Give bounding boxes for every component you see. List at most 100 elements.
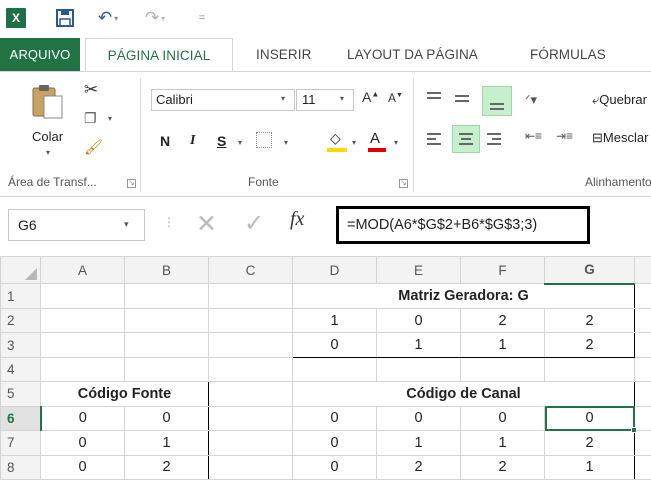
column-header-f[interactable]: F bbox=[460, 255, 545, 285]
drag-handle-icon[interactable]: ⋮ bbox=[163, 215, 175, 229]
column-header-e[interactable]: E bbox=[376, 255, 461, 285]
cell-b4[interactable] bbox=[124, 356, 209, 383]
font-name-select[interactable]: Calibri bbox=[151, 89, 295, 111]
chevron-down-icon[interactable]: ▾ bbox=[340, 94, 344, 103]
chevron-down-icon[interactable]: ▾ bbox=[352, 138, 356, 147]
cell-b6[interactable]: 0 bbox=[124, 405, 209, 432]
cell-e3[interactable]: 1 bbox=[376, 332, 461, 358]
align-middle-icon[interactable] bbox=[452, 89, 472, 109]
column-header-d[interactable]: D bbox=[292, 255, 377, 285]
cell-a7[interactable]: 0 bbox=[40, 430, 125, 456]
cell-c6[interactable] bbox=[208, 405, 293, 432]
cell-d8[interactable]: 0 bbox=[292, 454, 377, 480]
enter-icon[interactable]: ✓ bbox=[244, 209, 264, 238]
cell-a2[interactable] bbox=[40, 307, 125, 334]
cell-a6[interactable]: 0 bbox=[40, 405, 125, 432]
cell-f8[interactable]: 2 bbox=[460, 454, 545, 480]
cell-d1-merged[interactable]: Matriz Geradora: G bbox=[292, 283, 635, 309]
underline-button[interactable]: S bbox=[217, 133, 226, 149]
column-header-a[interactable]: A bbox=[40, 255, 125, 285]
insert-function-icon[interactable]: fx bbox=[290, 208, 304, 231]
paste-dropdown-icon[interactable]: ▾ bbox=[46, 148, 50, 157]
cell-g7[interactable]: 2 bbox=[544, 430, 635, 456]
cancel-icon[interactable]: ✕ bbox=[196, 209, 217, 239]
cell-a1[interactable] bbox=[40, 283, 125, 309]
copy-icon[interactable]: ❐ bbox=[84, 110, 97, 127]
chevron-down-icon[interactable]: ▾ bbox=[284, 138, 288, 147]
cell-d3[interactable]: 0 bbox=[292, 332, 377, 358]
merge-center-button[interactable]: ⊟Mesclar bbox=[592, 130, 648, 146]
row-header[interactable]: 8 bbox=[0, 454, 41, 480]
align-center-icon[interactable] bbox=[452, 125, 480, 153]
cell-e7[interactable]: 1 bbox=[376, 430, 461, 456]
cell-f6[interactable]: 0 bbox=[460, 405, 545, 432]
row-header[interactable]: 5 bbox=[0, 381, 41, 407]
grow-font-button[interactable]: A▲ bbox=[362, 89, 379, 105]
cut-icon[interactable]: ✂ bbox=[84, 80, 98, 100]
row-header[interactable]: 2 bbox=[0, 307, 41, 334]
font-dialog-launcher-icon[interactable]: ↘ bbox=[399, 179, 408, 188]
decrease-indent-icon[interactable]: ⇤≡ bbox=[525, 129, 542, 143]
borders-icon[interactable] bbox=[256, 132, 272, 148]
format-painter-icon[interactable]: 🖌 bbox=[84, 138, 103, 156]
cell-f4[interactable] bbox=[460, 356, 545, 383]
cell-g4[interactable] bbox=[544, 356, 635, 383]
cell-c3[interactable] bbox=[208, 332, 293, 358]
row-header[interactable]: 7 bbox=[0, 430, 41, 456]
tab-file[interactable]: ARQUIVO bbox=[0, 38, 80, 71]
cell-c4[interactable] bbox=[208, 356, 293, 383]
tab-insert[interactable]: INSERIR bbox=[256, 38, 311, 71]
fill-color-icon[interactable]: ◇ bbox=[330, 130, 341, 147]
cell-a4[interactable] bbox=[40, 356, 125, 383]
chevron-down-icon[interactable]: ▾ bbox=[394, 138, 398, 147]
align-top-icon[interactable] bbox=[424, 89, 444, 109]
cell-f3[interactable]: 1 bbox=[460, 332, 545, 358]
align-bottom-icon[interactable] bbox=[482, 86, 512, 116]
cell-f2[interactable]: 2 bbox=[460, 307, 545, 334]
cell-a8[interactable]: 0 bbox=[40, 454, 125, 480]
orientation-icon[interactable]: ᐟ▾ bbox=[525, 92, 537, 108]
cell-d2[interactable]: 1 bbox=[292, 307, 377, 334]
cell-e6[interactable]: 0 bbox=[376, 405, 461, 432]
tab-formulas[interactable]: FÓRMULAS bbox=[530, 38, 606, 71]
column-header-g[interactable]: G bbox=[544, 255, 635, 286]
save-button[interactable] bbox=[55, 8, 75, 28]
tab-home[interactable]: PÁGINA INICIAL bbox=[85, 38, 233, 71]
clipboard-dialog-launcher-icon[interactable]: ↘ bbox=[127, 179, 136, 188]
cell-c5[interactable] bbox=[208, 381, 293, 407]
paste-button[interactable] bbox=[30, 82, 64, 120]
cell-c8[interactable] bbox=[208, 454, 293, 480]
wrap-text-button[interactable]: ⤶Quebrar bbox=[592, 92, 647, 108]
cell-c2[interactable] bbox=[208, 307, 293, 334]
align-left-icon[interactable] bbox=[424, 129, 444, 149]
cell-g8[interactable]: 1 bbox=[544, 454, 635, 480]
cell-c1[interactable] bbox=[208, 283, 293, 309]
cell-g6-active[interactable]: 0 bbox=[544, 405, 637, 434]
cell-e2[interactable]: 0 bbox=[376, 307, 461, 334]
chevron-down-icon[interactable]: ▾ bbox=[238, 138, 242, 147]
cell-e8[interactable]: 2 bbox=[376, 454, 461, 480]
cell-d5-merged[interactable]: Código de Canal bbox=[292, 381, 635, 407]
cell-d7[interactable]: 0 bbox=[292, 430, 377, 456]
cell-d4[interactable] bbox=[292, 356, 377, 383]
bold-button[interactable]: N bbox=[160, 133, 170, 149]
cell-a5-merged[interactable]: Código Fonte bbox=[40, 381, 209, 407]
font-color-button[interactable]: A bbox=[370, 130, 380, 147]
cell-b7[interactable]: 1 bbox=[124, 430, 209, 456]
tab-page-layout[interactable]: LAYOUT DA PÁGINA bbox=[347, 38, 478, 71]
select-all-button[interactable] bbox=[0, 255, 41, 285]
cell-d6[interactable]: 0 bbox=[292, 405, 377, 432]
redo-button[interactable]: ↷ ▾ bbox=[140, 8, 170, 28]
column-header-c[interactable]: C bbox=[208, 255, 293, 285]
copy-dropdown-icon[interactable]: ▾ bbox=[108, 114, 112, 123]
row-header[interactable]: 4 bbox=[0, 356, 41, 383]
row-header[interactable]: 1 bbox=[0, 283, 41, 309]
shrink-font-button[interactable]: A▼ bbox=[388, 91, 403, 105]
row-header[interactable]: 6 bbox=[0, 405, 42, 432]
cell-b3[interactable] bbox=[124, 332, 209, 358]
increase-indent-icon[interactable]: ⇥≡ bbox=[556, 129, 573, 143]
font-size-select[interactable]: 11 bbox=[296, 89, 354, 111]
cell-a3[interactable] bbox=[40, 332, 125, 358]
chevron-down-icon[interactable]: ▾ bbox=[124, 219, 129, 230]
column-header-b[interactable]: B bbox=[124, 255, 209, 285]
